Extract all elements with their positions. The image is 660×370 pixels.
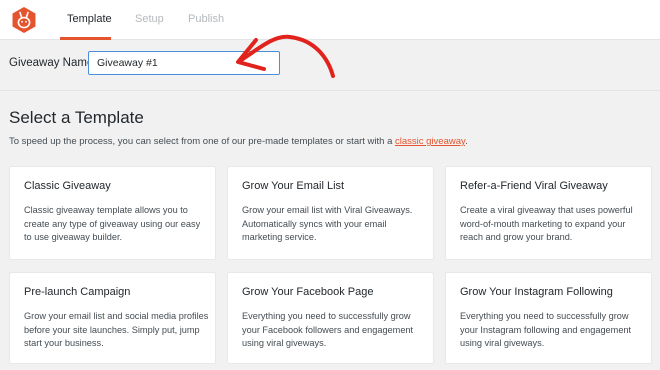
section-title: Select a Template	[9, 108, 144, 127]
intro-text: To speed up the process, you can select …	[9, 136, 468, 147]
card-description: Grow your email list and social media pr…	[24, 311, 209, 348]
rafflepress-logo-icon[interactable]	[10, 6, 38, 34]
card-title: Grow Your Facebook Page	[242, 286, 374, 298]
giveaway-name-label: Giveaway Name	[9, 57, 94, 69]
template-card-grow-facebook[interactable]: Grow Your Facebook Page Everything you n…	[227, 272, 434, 364]
divider	[0, 90, 660, 91]
template-card-grow-email-list[interactable]: Grow Your Email List Grow your email lis…	[227, 166, 434, 260]
classic-giveaway-link[interactable]: classic giveaway	[395, 136, 465, 147]
card-title: Classic Giveaway	[24, 180, 111, 192]
template-card-grow-instagram[interactable]: Grow Your Instagram Following Everything…	[445, 272, 652, 364]
template-card-classic-giveaway[interactable]: Classic Giveaway Classic giveaway templa…	[9, 166, 216, 260]
card-title: Grow Your Email List	[242, 180, 345, 192]
tab-template[interactable]: Template	[67, 13, 112, 25]
card-description: Grow your email list with Viral Giveaway…	[242, 205, 413, 242]
template-card-refer-a-friend[interactable]: Refer-a-Friend Viral Giveaway Create a v…	[445, 166, 652, 260]
template-card-pre-launch[interactable]: Pre-launch Campaign Grow your email list…	[9, 272, 216, 364]
tab-setup[interactable]: Setup	[135, 13, 164, 25]
tab-publish[interactable]: Publish	[188, 13, 224, 25]
red-hand-drawn-arrow-icon	[236, 34, 335, 78]
card-description: Everything you need to successfully grow…	[460, 311, 632, 348]
card-description: Create a viral giveaway that uses powerf…	[460, 205, 633, 242]
active-tab-indicator	[60, 37, 111, 40]
card-title: Pre-launch Campaign	[24, 286, 131, 298]
card-description: Classic giveaway template allows you to …	[24, 205, 201, 242]
card-description: Everything you need to successfully grow…	[242, 311, 414, 348]
card-title: Refer-a-Friend Viral Giveaway	[460, 180, 608, 192]
card-title: Grow Your Instagram Following	[460, 286, 613, 298]
